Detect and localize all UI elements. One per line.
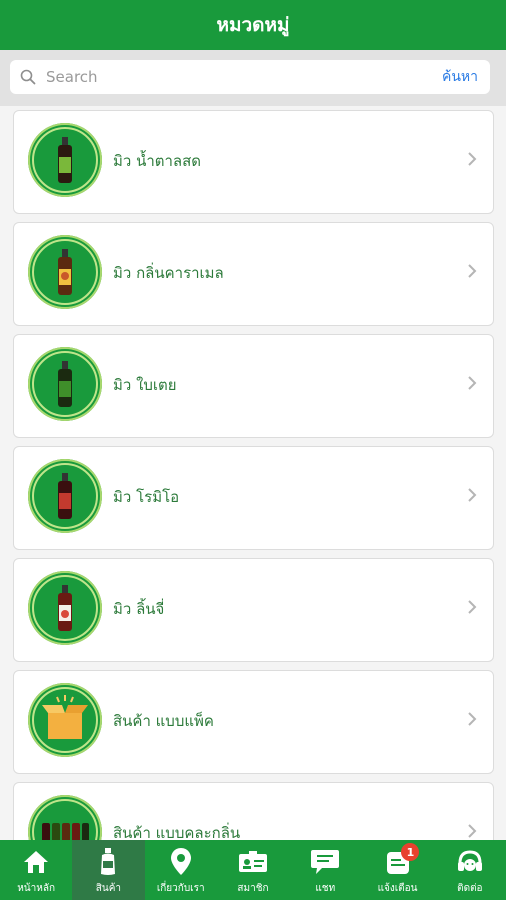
category-label: สินค้า แบบแพ็ค: [113, 712, 214, 730]
bottle-icon: [58, 361, 72, 407]
bottle-icon: [58, 585, 72, 631]
chevron-right-icon: [467, 599, 477, 619]
category-item[interactable]: มิว ลิ้นจี่: [13, 558, 494, 662]
category-label: มิว กลิ่นคาราเมล: [113, 264, 224, 282]
box-icon: [42, 695, 88, 739]
search-button[interactable]: ค้นหา: [442, 66, 478, 88]
page-title: หมวดหมู่: [216, 14, 290, 36]
product-thumbnail: [28, 123, 102, 197]
product-thumbnail: [28, 235, 102, 309]
chevron-right-icon: [467, 823, 477, 840]
bottle-icon: [58, 137, 72, 183]
category-item[interactable]: มิว ใบเตย: [13, 334, 494, 438]
chevron-right-icon: [467, 263, 477, 283]
bottom-tab-bar: หน้าหลัก สินค้า เกี่ยวกับเรา สมาชิก แชท …: [0, 840, 506, 900]
search-icon: [20, 68, 38, 86]
bottle-icon: [58, 249, 72, 295]
bottle-icon: [58, 473, 72, 519]
category-item[interactable]: สินค้า แบบคละกลิ่น: [13, 782, 494, 840]
notification-badge: 1: [401, 843, 420, 861]
location-pin-icon: [169, 845, 193, 879]
tab-about[interactable]: เกี่ยวกับเรา: [145, 840, 217, 900]
app-header: หมวดหมู่: [0, 0, 506, 50]
search-bar: ค้นหา: [0, 50, 506, 106]
category-label: มิว โรมิโอ: [113, 488, 180, 506]
chevron-right-icon: [467, 711, 477, 731]
search-input[interactable]: [44, 61, 442, 93]
chevron-right-icon: [467, 375, 477, 395]
tab-notifications[interactable]: 1 แจ้งเตือน: [361, 840, 433, 900]
bottles-icon: [42, 823, 89, 840]
category-label: มิว ลิ้นจี่: [113, 600, 165, 618]
chevron-right-icon: [467, 151, 477, 171]
category-label: มิว น้ำตาลสด: [113, 152, 202, 170]
category-item[interactable]: มิว กลิ่นคาราเมล: [13, 222, 494, 326]
home-icon: [22, 845, 50, 879]
tab-contact[interactable]: ติดต่อ: [434, 840, 506, 900]
product-thumbnail: [28, 347, 102, 421]
search-box: ค้นหา: [10, 60, 490, 94]
category-item[interactable]: สินค้า แบบแพ็ค: [13, 670, 494, 774]
tab-home[interactable]: หน้าหลัก: [0, 840, 72, 900]
category-label: สินค้า แบบคละกลิ่น: [113, 824, 241, 840]
member-card-icon: [238, 845, 268, 879]
category-item[interactable]: มิว น้ำตาลสด: [13, 110, 494, 214]
category-item[interactable]: มิว โรมิโอ: [13, 446, 494, 550]
category-label: มิว ใบเตย: [113, 376, 177, 394]
chevron-right-icon: [467, 487, 477, 507]
category-list: มิว น้ำตาลสด มิว กลิ่นคาราเมล มิว ใบเตย …: [0, 106, 506, 840]
headset-icon: [456, 845, 484, 879]
product-thumbnail: [28, 795, 102, 840]
tab-members[interactable]: สมาชิก: [217, 840, 289, 900]
chat-icon: [310, 845, 340, 879]
product-thumbnail: [28, 459, 102, 533]
product-thumbnail: [28, 683, 102, 757]
bottle-icon: [97, 845, 119, 879]
tab-products[interactable]: สินค้า: [72, 840, 145, 900]
product-thumbnail: [28, 571, 102, 645]
tab-chat[interactable]: แชท: [289, 840, 361, 900]
